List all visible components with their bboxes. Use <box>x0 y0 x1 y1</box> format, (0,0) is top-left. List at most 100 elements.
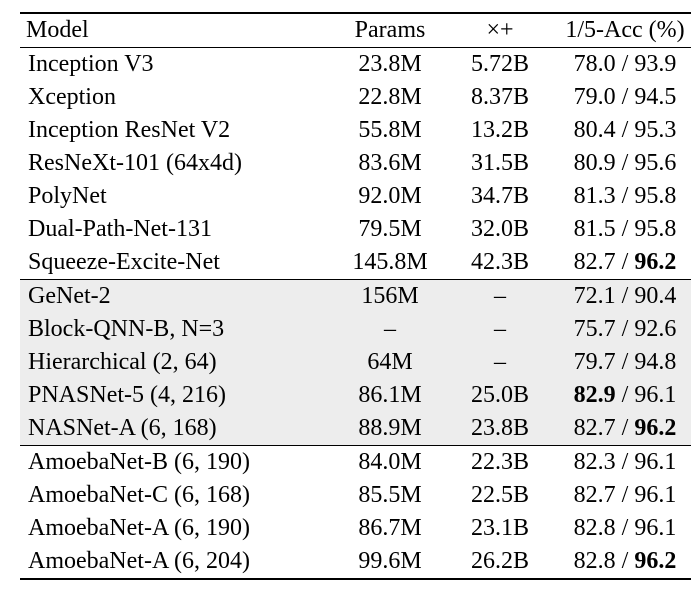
cell-model: NASNet-A (6, 168) <box>20 412 330 446</box>
cell-acc: 80.4 / 95.3 <box>550 114 691 147</box>
cell-model: Squeeze-Excite-Net <box>20 246 330 280</box>
acc-top1: 80.9 <box>574 150 616 176</box>
cell-params: 92.0M <box>330 180 450 213</box>
cell-params: 83.6M <box>330 147 450 180</box>
acc-top5: 95.6 <box>634 150 676 176</box>
cell-model: Inception ResNet V2 <box>20 114 330 147</box>
acc-top5: 96.1 <box>634 515 676 541</box>
cell-ops: 34.7B <box>450 180 550 213</box>
acc-top1: 82.9 <box>574 382 616 408</box>
cell-acc: 79.7 / 94.8 <box>550 346 691 379</box>
cell-params: 86.7M <box>330 512 450 545</box>
cell-params: 156M <box>330 280 450 314</box>
cell-params: 55.8M <box>330 114 450 147</box>
acc-top1: 75.7 <box>574 316 616 342</box>
cell-acc: 78.0 / 93.9 <box>550 48 691 82</box>
cell-params: 79.5M <box>330 213 450 246</box>
cell-params: – <box>330 313 450 346</box>
cell-params: 88.9M <box>330 412 450 446</box>
acc-top5: 96.2 <box>634 249 676 275</box>
cell-ops: – <box>450 280 550 314</box>
acc-top1: 81.3 <box>574 183 616 209</box>
table-row: Dual-Path-Net-13179.5M32.0B81.5 / 95.8 <box>20 213 691 246</box>
acc-top1: 81.5 <box>574 216 616 242</box>
cell-ops: 26.2B <box>450 545 550 579</box>
header-row: Model Params ×+ 1/5-Acc (%) <box>20 13 691 48</box>
table-row: Inception V323.8M5.72B78.0 / 93.9 <box>20 48 691 82</box>
acc-top1: 80.4 <box>574 117 616 143</box>
acc-top5: 95.8 <box>634 216 676 242</box>
row-group: AmoebaNet-B (6, 190)84.0M22.3B82.3 / 96.… <box>20 446 691 580</box>
cell-ops: 32.0B <box>450 213 550 246</box>
table-row: Inception ResNet V255.8M13.2B80.4 / 95.3 <box>20 114 691 147</box>
cell-acc: 80.9 / 95.6 <box>550 147 691 180</box>
cell-acc: 75.7 / 92.6 <box>550 313 691 346</box>
cell-ops: 13.2B <box>450 114 550 147</box>
acc-top1: 82.7 <box>574 482 616 508</box>
cell-ops: 31.5B <box>450 147 550 180</box>
cell-model: PNASNet-5 (4, 216) <box>20 379 330 412</box>
acc-top5: 95.3 <box>634 117 676 143</box>
cell-ops: 22.3B <box>450 446 550 480</box>
acc-top5: 96.2 <box>634 415 676 441</box>
cell-acc: 82.7 / 96.1 <box>550 479 691 512</box>
acc-top5: 96.1 <box>634 449 676 475</box>
header-acc: 1/5-Acc (%) <box>550 13 691 48</box>
cell-params: 64M <box>330 346 450 379</box>
cell-ops: 5.72B <box>450 48 550 82</box>
cell-model: Block-QNN-B, N=3 <box>20 313 330 346</box>
cell-acc: 79.0 / 94.5 <box>550 81 691 114</box>
table-row: Squeeze-Excite-Net145.8M42.3B82.7 / 96.2 <box>20 246 691 280</box>
cell-ops: – <box>450 346 550 379</box>
cell-acc: 82.8 / 96.2 <box>550 545 691 579</box>
table-row: Hierarchical (2, 64)64M–79.7 / 94.8 <box>20 346 691 379</box>
table-row: Xception22.8M8.37B79.0 / 94.5 <box>20 81 691 114</box>
header-model: Model <box>20 13 330 48</box>
cell-ops: 23.8B <box>450 412 550 446</box>
header-params: Params <box>330 13 450 48</box>
acc-top5: 96.1 <box>634 382 676 408</box>
acc-top1: 79.0 <box>574 84 616 110</box>
table-row: AmoebaNet-A (6, 204)99.6M26.2B82.8 / 96.… <box>20 545 691 579</box>
cell-ops: 23.1B <box>450 512 550 545</box>
row-group: GeNet-2156M–72.1 / 90.4Block-QNN-B, N=3–… <box>20 280 691 446</box>
cell-model: AmoebaNet-A (6, 204) <box>20 545 330 579</box>
acc-top5: 96.2 <box>634 548 676 574</box>
acc-top1: 78.0 <box>574 51 616 77</box>
acc-top5: 92.6 <box>634 316 676 342</box>
cell-model: AmoebaNet-C (6, 168) <box>20 479 330 512</box>
cell-ops: – <box>450 313 550 346</box>
acc-top1: 82.8 <box>574 548 616 574</box>
acc-top5: 94.5 <box>634 84 676 110</box>
acc-top1: 79.7 <box>574 349 616 375</box>
acc-top5: 90.4 <box>634 283 676 309</box>
table-row: AmoebaNet-B (6, 190)84.0M22.3B82.3 / 96.… <box>20 446 691 480</box>
acc-top1: 72.1 <box>574 283 616 309</box>
results-table: Model Params ×+ 1/5-Acc (%) Inception V3… <box>20 12 691 580</box>
table-row: NASNet-A (6, 168)88.9M23.8B82.7 / 96.2 <box>20 412 691 446</box>
acc-top1: 82.7 <box>574 249 616 275</box>
cell-model: Hierarchical (2, 64) <box>20 346 330 379</box>
cell-acc: 81.3 / 95.8 <box>550 180 691 213</box>
header-ops: ×+ <box>450 13 550 48</box>
cell-model: GeNet-2 <box>20 280 330 314</box>
table-row: GeNet-2156M–72.1 / 90.4 <box>20 280 691 314</box>
cell-model: AmoebaNet-B (6, 190) <box>20 446 330 480</box>
acc-top1: 82.7 <box>574 415 616 441</box>
acc-top5: 93.9 <box>634 51 676 77</box>
acc-top5: 95.8 <box>634 183 676 209</box>
cell-ops: 22.5B <box>450 479 550 512</box>
cell-ops: 42.3B <box>450 246 550 280</box>
acc-top5: 96.1 <box>634 482 676 508</box>
cell-ops: 25.0B <box>450 379 550 412</box>
cell-acc: 82.3 / 96.1 <box>550 446 691 480</box>
cell-acc: 82.9 / 96.1 <box>550 379 691 412</box>
table-row: AmoebaNet-A (6, 190)86.7M23.1B82.8 / 96.… <box>20 512 691 545</box>
cell-params: 145.8M <box>330 246 450 280</box>
table-row: Block-QNN-B, N=3––75.7 / 92.6 <box>20 313 691 346</box>
table-row: PNASNet-5 (4, 216)86.1M25.0B82.9 / 96.1 <box>20 379 691 412</box>
cell-params: 22.8M <box>330 81 450 114</box>
cell-params: 23.8M <box>330 48 450 82</box>
cell-acc: 81.5 / 95.8 <box>550 213 691 246</box>
cell-model: Inception V3 <box>20 48 330 82</box>
